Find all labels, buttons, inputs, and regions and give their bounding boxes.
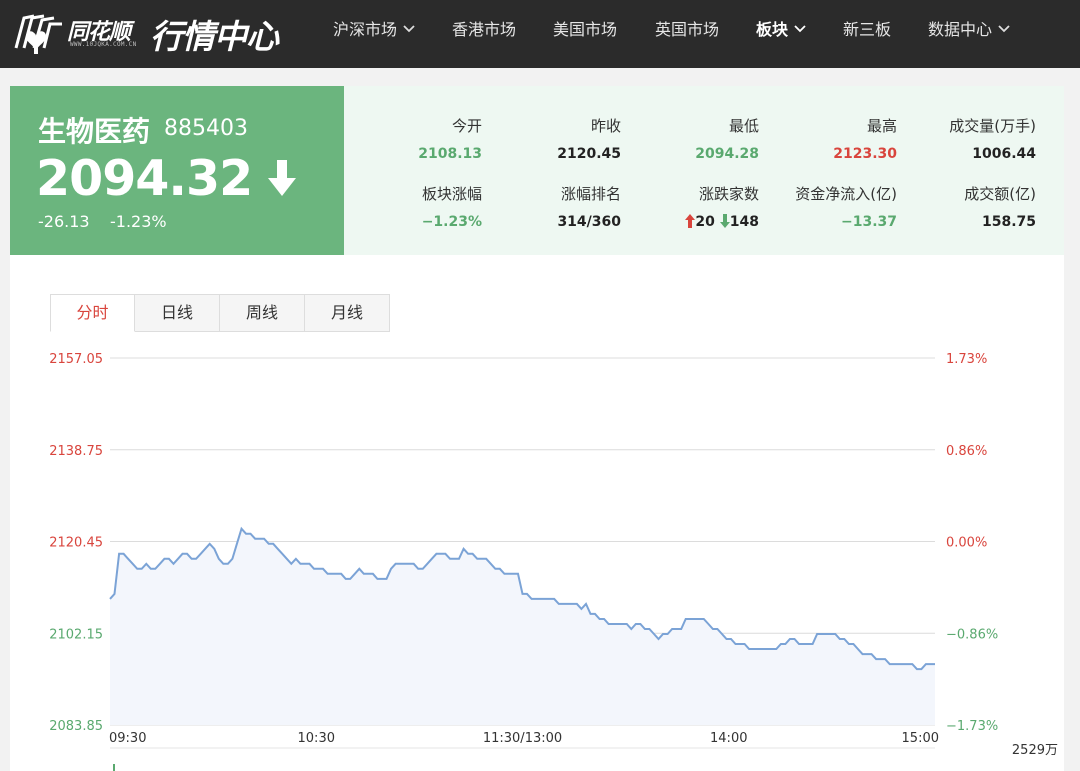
stat-value: 314/360 xyxy=(557,214,621,230)
nav-label: 香港市场 xyxy=(452,20,517,39)
y-tick-left: 2083.85 xyxy=(49,719,103,734)
y-tick-right: −0.86% xyxy=(946,627,998,642)
nav-label: 英国市场 xyxy=(655,20,720,39)
arrow-down-icon xyxy=(268,160,296,196)
stat-sector-change: 板块涨幅 −1.23% xyxy=(352,184,482,232)
y-tick-left: 2157.05 xyxy=(49,352,103,367)
stat-label: 涨幅排名 xyxy=(560,185,621,203)
stat-high: 最高 2123.30 xyxy=(767,116,897,164)
stat-label: 昨收 xyxy=(590,117,621,135)
stat-label: 今开 xyxy=(451,117,482,135)
current-price: 2094.32 xyxy=(36,150,253,207)
nav-label: 美国市场 xyxy=(553,20,618,39)
price-change-pct: -1.23% xyxy=(110,212,167,231)
stat-label: 成交额(亿) xyxy=(964,185,1036,203)
nav-label: 新三板 xyxy=(843,20,892,39)
stat-label: 最高 xyxy=(866,117,897,135)
volume-bar xyxy=(113,764,115,771)
stat-value: −13.37 xyxy=(840,214,897,230)
y-tick-right: 0.00% xyxy=(946,536,987,551)
x-tick-label: 11:30/13:00 xyxy=(483,731,562,746)
stat-label: 涨跌家数 xyxy=(698,185,759,203)
arrow-down-icon xyxy=(719,214,730,228)
stat-net-inflow: 资金净流入(亿) −13.37 xyxy=(767,184,897,232)
x-tick-label: 09:30 xyxy=(109,731,146,746)
stat-label: 板块涨幅 xyxy=(421,185,482,203)
volume-label: 2529万 xyxy=(1012,743,1058,758)
stat-volume: 成交量(万手) 1006.44 xyxy=(906,116,1036,164)
decline-count: 148 xyxy=(729,214,759,230)
y-axis-right: 1.73% 0.86% 0.00% −0.86% −1.73% xyxy=(946,352,998,734)
price-change: -26.13 xyxy=(38,212,90,231)
stat-value: 158.75 xyxy=(981,214,1036,230)
stat-open: 今开 2108.13 xyxy=(352,116,482,164)
site-title: 行情中心 xyxy=(150,17,279,56)
x-tick-label: 15:00 xyxy=(902,731,939,746)
arrow-up-icon xyxy=(685,214,696,228)
quote-stats: 今开 2108.13 昨收 2120.45 最低 2094.28 最高 2123… xyxy=(344,86,1064,255)
stat-value: −1.23% xyxy=(421,214,482,230)
y-tick-right: 0.86% xyxy=(946,444,987,459)
nav-item-sector[interactable]: 板块 xyxy=(756,0,806,68)
stat-value: 2108.13 xyxy=(418,146,482,162)
chevron-down-icon xyxy=(998,24,1010,32)
nav-item-data-center[interactable]: 数据中心 xyxy=(928,0,1010,68)
chevron-down-icon xyxy=(403,24,415,32)
chart-panel: 分时 日线 周线 月线 2157.05 2138.75 2120.45 2102.15… xyxy=(10,255,1064,771)
stat-turnover: 成交额(亿) 158.75 xyxy=(906,184,1036,232)
logo-fan-icon xyxy=(14,14,62,54)
nav-item-hushen[interactable]: 沪深市场 xyxy=(333,0,415,68)
y-tick-right: −1.73% xyxy=(946,719,998,734)
y-tick-left: 2102.15 xyxy=(49,627,103,642)
y-axis-left: 2157.05 2138.75 2120.45 2102.15 2083.85 xyxy=(49,352,103,734)
nav-label: 板块 xyxy=(756,20,789,39)
logo-url: WWW.10JQKA.COM.CN xyxy=(70,41,137,48)
stat-advance-decline: 涨跌家数 20 148 xyxy=(629,184,759,232)
intraday-chart[interactable]: 2157.05 2138.75 2120.45 2102.15 2083.85 1.73… xyxy=(10,255,1064,771)
site-logo[interactable]: 同花顺 WWW.10JQKA.COM.CN 行情中心 xyxy=(10,8,310,58)
stat-prev-close: 昨收 2120.45 xyxy=(491,116,621,164)
sector-name: 生物医药 xyxy=(38,115,151,148)
quote-summary: 生物医药 885403 2094.32 -26.13 -1.23% xyxy=(10,86,344,255)
nav-label: 沪深市场 xyxy=(333,20,398,39)
stat-value: 2120.45 xyxy=(557,146,621,162)
top-nav-bar: 同花顺 WWW.10JQKA.COM.CN 行情中心 沪深市场 香港市场 美国市… xyxy=(0,0,1080,68)
x-axis: 09:30 10:30 11:30/13:00 14:00 15:00 xyxy=(109,731,939,746)
stat-label: 成交量(万手) xyxy=(949,117,1036,135)
advance-count: 20 xyxy=(695,214,715,230)
stat-label: 最低 xyxy=(728,117,759,135)
stat-value: 1006.44 xyxy=(972,146,1036,162)
x-tick-label: 14:00 xyxy=(710,731,747,746)
y-tick-right: 1.73% xyxy=(946,352,987,367)
y-tick-left: 2120.45 xyxy=(49,536,103,551)
nav-item-neeq[interactable]: 新三板 xyxy=(843,0,891,68)
stat-value: 2123.30 xyxy=(833,146,897,162)
stat-value: 20 148 xyxy=(629,212,759,232)
nav-item-us[interactable]: 美国市场 xyxy=(553,0,617,68)
nav-item-uk[interactable]: 英国市场 xyxy=(655,0,719,68)
x-tick-label: 10:30 xyxy=(298,731,335,746)
stat-rank: 涨幅排名 314/360 xyxy=(491,184,621,232)
price-area xyxy=(110,528,935,725)
nav-item-hongkong[interactable]: 香港市场 xyxy=(452,0,516,68)
stat-value: 2094.28 xyxy=(695,146,759,162)
nav-label: 数据中心 xyxy=(928,20,993,39)
y-tick-left: 2138.75 xyxy=(49,444,103,459)
stat-low: 最低 2094.28 xyxy=(629,116,759,164)
stat-label: 资金净流入(亿) xyxy=(795,185,897,203)
chevron-down-icon xyxy=(794,24,806,32)
sector-code: 885403 xyxy=(164,116,248,141)
